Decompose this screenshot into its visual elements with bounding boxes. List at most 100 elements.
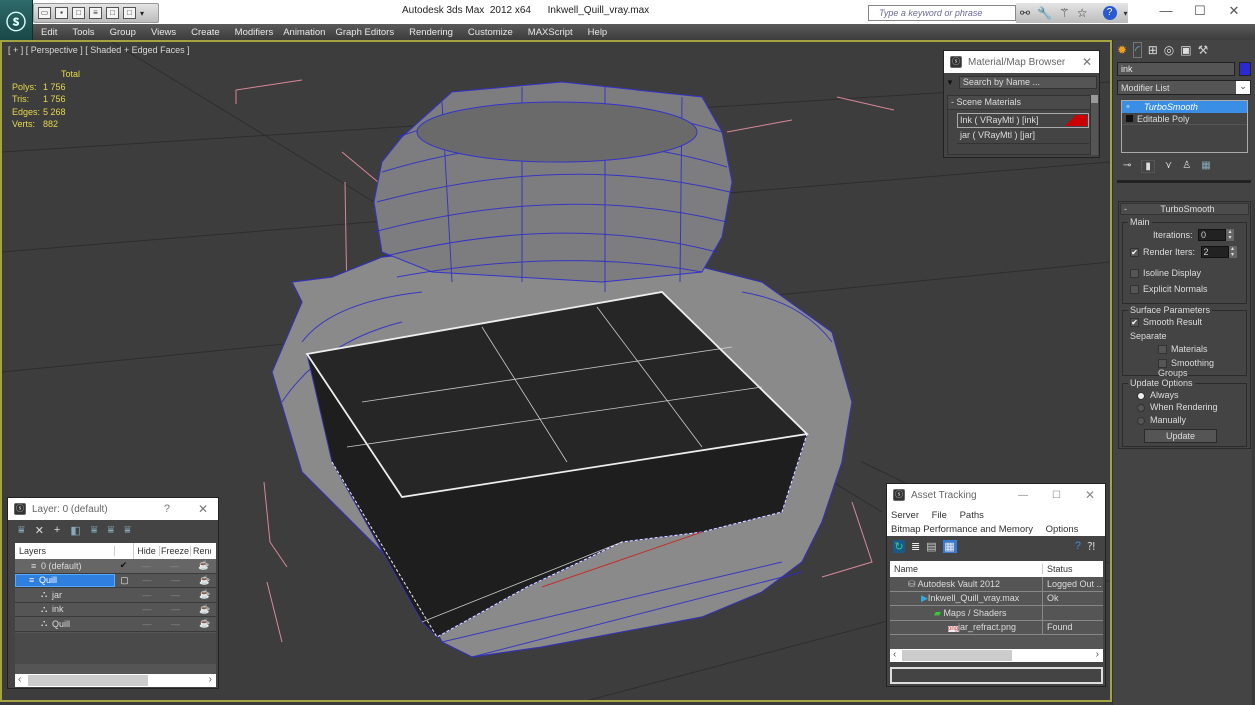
close-button[interactable]: ✕ <box>1085 488 1095 502</box>
stack-item-editable-poly[interactable]: Editable Poly <box>1122 113 1247 125</box>
dropdown-icon[interactable]: ▾ <box>140 9 144 18</box>
manually-radio[interactable] <box>1137 416 1145 425</box>
column-header-name[interactable]: Name <box>890 564 1043 574</box>
hold-icon[interactable]: ≡ <box>89 7 102 19</box>
render-teapot-icon[interactable]: ☕ <box>191 618 210 629</box>
display-icon[interactable]: ▣ <box>1180 43 1191 57</box>
layer-list-hscrollbar[interactable]: ‹ › <box>15 674 216 687</box>
help-button[interactable]: ? <box>164 503 170 515</box>
close-icon[interactable]: ✕ <box>1082 55 1092 69</box>
undo-icon[interactable]: □ <box>106 7 119 19</box>
materials-checkbox[interactable] <box>1158 345 1167 355</box>
select-objects-icon[interactable]: ◧ <box>70 524 80 537</box>
menu-animation[interactable]: Animation <box>283 27 325 38</box>
scroll-thumb[interactable] <box>902 650 1012 661</box>
column-header-render[interactable]: Rend <box>191 546 211 556</box>
scroll-left-icon[interactable]: ‹ <box>18 674 21 685</box>
rollout-header[interactable]: - TurboSmooth <box>1120 203 1249 215</box>
render-iters-spinner[interactable]: 2 <box>1200 246 1229 258</box>
remove-modifier-icon[interactable]: ♙ <box>1182 160 1191 173</box>
asset-row[interactable]: ⛁ Autodesk Vault 2012 Logged Out .. <box>890 576 1103 592</box>
show-end-result-icon[interactable]: ▮ <box>1141 160 1155 173</box>
freeze-toggle[interactable]: — <box>160 575 191 585</box>
help-dropdown-icon[interactable]: ▾ <box>1124 9 1128 18</box>
minimize-button[interactable]: — <box>1018 490 1028 501</box>
material-item[interactable]: Ink ( VRayMtl ) [ink] <box>957 113 1089 128</box>
make-unique-icon[interactable]: ⋎ <box>1165 160 1172 173</box>
hide-toggle[interactable]: — <box>134 590 160 600</box>
menu-rendering[interactable]: Rendering <box>409 27 453 38</box>
menu-help[interactable]: Help <box>588 27 608 38</box>
delete-layer-icon[interactable]: ✕ <box>35 524 44 537</box>
satellite-icon[interactable]: ⚚ <box>1059 6 1070 20</box>
close-button[interactable]: ✕ <box>198 502 208 516</box>
scroll-left-icon[interactable]: ‹ <box>893 649 896 660</box>
redo-icon[interactable]: □ <box>123 7 136 19</box>
menu-options[interactable]: Options <box>1046 524 1079 535</box>
expand-plus-icon[interactable] <box>1126 115 1133 122</box>
refresh-icon[interactable]: ↻ <box>893 539 905 553</box>
asset-row[interactable]: ▰ Maps / Shaders <box>890 605 1103 621</box>
menu-graph-editors[interactable]: Graph Editors <box>335 27 394 38</box>
key-icon[interactable]: 🔧 <box>1037 6 1052 20</box>
menu-file[interactable]: File <box>932 510 947 521</box>
column-header-freeze[interactable]: Freeze <box>160 546 191 556</box>
freeze-toggle[interactable]: — <box>160 604 191 614</box>
new-scene-icon[interactable]: □ <box>72 7 85 19</box>
freeze-toggle[interactable]: — <box>160 619 191 629</box>
menu-create[interactable]: Create <box>191 27 220 38</box>
layer-manager-titlebar[interactable]: ⓢ Layer: 0 (default) ? ✕ <box>8 498 218 520</box>
create-icon[interactable]: ✹ <box>1117 43 1127 57</box>
object-row[interactable]: ⛬ jar — — ☕ <box>15 588 216 603</box>
list-view-icon[interactable]: ≣ <box>911 540 920 553</box>
close-button[interactable]: ✕ <box>1214 2 1254 22</box>
update-button[interactable]: Update <box>1144 429 1217 443</box>
scroll-thumb[interactable] <box>28 675 148 686</box>
menu-maxscript[interactable]: MAXScript <box>528 27 573 38</box>
viewport-label-menu[interactable]: [ + ] [ Perspective ] [ Shaded + Edged F… <box>8 45 190 55</box>
asset-row[interactable]: ▶Inkwell_Quill_vray.max Ok <box>890 591 1103 606</box>
menu-bitmap-performance[interactable]: Bitmap Performance and Memory <box>891 524 1033 535</box>
layer-row[interactable]: ≡ 0 (default) ✔ — — ☕ <box>15 559 216 574</box>
column-header-hide[interactable]: Hide <box>134 546 160 556</box>
save-icon[interactable]: ▪ <box>55 7 68 19</box>
material-search-input[interactable]: Search by Name ... <box>958 76 1097 89</box>
modifier-list-dropdown[interactable]: Modifier List ⌄ <box>1117 80 1251 95</box>
column-header-status[interactable]: Status <box>1043 564 1073 574</box>
select-layer-icon[interactable]: ⩸ <box>91 524 98 537</box>
infocenter-search-input[interactable]: Type a keyword or phrase <box>868 5 1016 21</box>
menu-modifiers[interactable]: Modifiers <box>235 27 274 38</box>
utilities-icon[interactable]: ⚒ <box>1198 43 1209 57</box>
scroll-right-icon[interactable]: › <box>1096 649 1099 660</box>
iterations-spinner[interactable]: 0 <box>1198 229 1227 241</box>
lightbulb-icon[interactable]: ᵒ <box>1122 103 1134 112</box>
menu-group[interactable]: Group <box>110 27 136 38</box>
detail-view-icon[interactable]: ▤ <box>926 540 936 553</box>
object-color-swatch[interactable] <box>1239 62 1251 76</box>
material-item[interactable]: jar ( VRayMtl ) [jar] <box>957 129 1089 144</box>
freeze-toggle[interactable]: — <box>160 590 191 600</box>
configure-modifier-sets-icon[interactable]: ▦ <box>1201 160 1210 173</box>
render-iters-checkbox[interactable]: ✔ <box>1130 248 1139 258</box>
smoothing-groups-checkbox[interactable] <box>1158 359 1167 369</box>
scroll-right-icon[interactable]: › <box>209 674 212 685</box>
object-name-field[interactable]: ink <box>1117 62 1235 76</box>
add-to-layer-icon[interactable]: + <box>54 524 60 536</box>
hide-toggle[interactable]: — <box>134 619 160 629</box>
when-rendering-radio[interactable] <box>1137 403 1145 412</box>
spinner-arrows-icon[interactable]: ▴ ▾ <box>1228 246 1237 258</box>
render-teapot-icon[interactable]: ☕ <box>191 589 210 600</box>
menu-views[interactable]: Views <box>151 27 176 38</box>
scene-materials-group[interactable]: - Scene Materials <box>948 96 1090 110</box>
asset-path-field[interactable] <box>890 667 1103 684</box>
hide-toggle[interactable]: — <box>134 575 160 585</box>
material-browser-scrollbar[interactable] <box>1091 95 1098 155</box>
current-layer-check-icon[interactable]: ✔ <box>114 560 133 571</box>
layer-row[interactable]: ≡ Quill ▢ — — ☕ <box>15 573 216 588</box>
binoculars-icon[interactable]: ⚯ <box>1020 6 1030 20</box>
hide-toggle[interactable]: — <box>133 561 159 571</box>
open-file-icon[interactable]: ▭ <box>38 7 51 19</box>
hide-toggle[interactable]: — <box>134 604 160 614</box>
explicit-normals-checkbox[interactable] <box>1130 285 1139 295</box>
pin-stack-icon[interactable]: ⊸ <box>1123 160 1131 173</box>
